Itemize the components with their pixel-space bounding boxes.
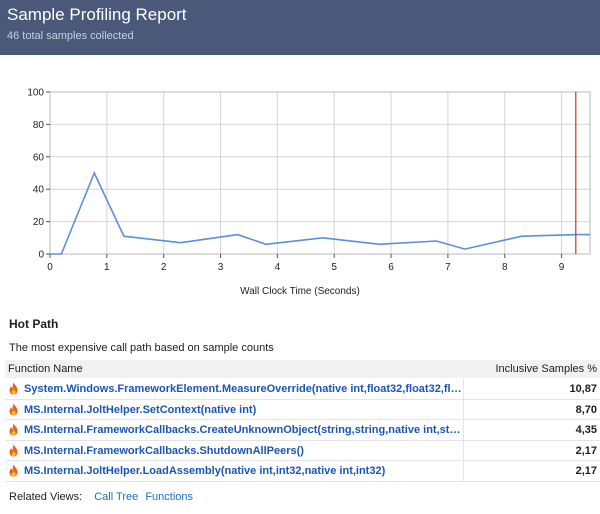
x-tick-label: 9 — [559, 262, 565, 273]
x-tick-label: 7 — [445, 262, 451, 273]
function-name-link[interactable]: MS.Internal.FrameworkCallbacks.CreateUnk… — [24, 424, 464, 436]
y-tick-label: 100 — [27, 88, 44, 99]
table-row[interactable]: MS.Internal.FrameworkCallbacks.CreateUnk… — [5, 420, 600, 441]
hot-path-title: Hot Path — [9, 317, 59, 331]
report-header: Sample Profiling Report 46 total samples… — [0, 0, 600, 55]
fire-icon — [9, 403, 18, 415]
function-name-link[interactable]: MS.Internal.JoltHelper.LoadAssembly(nati… — [24, 465, 464, 477]
chart-grid — [49, 91, 590, 255]
table-row[interactable]: MS.Internal.FrameworkCallbacks.ShutdownA… — [5, 440, 600, 461]
x-axis-label: Wall Clock Time (Seconds) — [240, 286, 360, 297]
table-row[interactable]: System.Windows.FrameworkElement.MeasureO… — [5, 379, 600, 400]
function-name-link[interactable]: System.Windows.FrameworkElement.MeasureO… — [24, 383, 464, 395]
fire-icon — [9, 464, 18, 477]
inclusive-samples-value: 8,70 — [575, 403, 597, 416]
x-tick-label: 5 — [331, 262, 337, 273]
report-title: Sample Profiling Report — [7, 5, 187, 24]
plot-area — [49, 91, 591, 255]
column-header-inclusive-samples[interactable]: Inclusive Samples % — [496, 363, 598, 375]
x-tick-label: 8 — [502, 262, 508, 273]
table-row[interactable]: MS.Internal.JoltHelper.SetContext(native… — [5, 399, 600, 420]
inclusive-samples-value: 10,87 — [569, 383, 597, 395]
x-tick-label: 3 — [218, 262, 224, 273]
x-axis-ticks: 0 1 2 3 4 5 6 7 8 9 — [47, 254, 565, 273]
x-tick-label: 2 — [161, 262, 167, 273]
hot-path-description: The most expensive call path based on sa… — [9, 342, 274, 354]
inclusive-samples-value: 2,17 — [575, 465, 597, 477]
x-tick-label: 4 — [275, 262, 281, 273]
function-name-link[interactable]: MS.Internal.JoltHelper.SetContext(native… — [24, 404, 464, 416]
column-header-function-name[interactable]: Function Name — [8, 363, 83, 375]
hot-path-table-header: Function Name Inclusive Samples % — [5, 360, 600, 378]
x-tick-label: 1 — [104, 262, 110, 273]
y-axis-ticks: 0 20 40 60 80 100 — [27, 88, 50, 261]
cpu-usage-chart[interactable]: 0 20 40 60 80 100 0 1 2 3 4 5 6 7 8 9 Wall Clock Time … — [0, 80, 600, 302]
inclusive-samples-value: 4,35 — [575, 424, 597, 436]
hot-path-table: System.Windows.FrameworkElement.MeasureO… — [5, 379, 600, 482]
fire-icon — [9, 444, 18, 456]
x-tick-label: 0 — [47, 262, 53, 273]
function-name-link[interactable]: MS.Internal.FrameworkCallbacks.ShutdownA… — [24, 445, 464, 457]
related-views-label: Related Views: — [9, 491, 83, 503]
inclusive-samples-value: 2,17 — [575, 444, 597, 457]
samples-series-line — [50, 171, 590, 255]
column-divider — [463, 399, 464, 419]
report-subtitle: 46 total samples collected — [7, 30, 134, 42]
y-tick-label: 80 — [33, 120, 45, 131]
related-view-link-functions[interactable]: Functions — [145, 491, 193, 503]
fire-icon — [9, 382, 18, 395]
column-divider — [463, 420, 464, 440]
y-tick-label: 40 — [33, 185, 45, 196]
related-views: Related Views: Call Tree Functions — [9, 491, 197, 503]
y-tick-label: 0 — [38, 250, 44, 261]
fire-icon — [9, 423, 18, 436]
y-tick-label: 60 — [33, 152, 45, 163]
column-divider — [463, 440, 464, 460]
column-divider — [463, 379, 464, 399]
column-divider — [463, 461, 464, 481]
x-tick-label: 6 — [388, 262, 394, 273]
y-tick-label: 20 — [33, 217, 45, 228]
table-row[interactable]: MS.Internal.JoltHelper.LoadAssembly(nati… — [5, 461, 600, 482]
related-view-link-call-tree[interactable]: Call Tree — [94, 491, 138, 503]
